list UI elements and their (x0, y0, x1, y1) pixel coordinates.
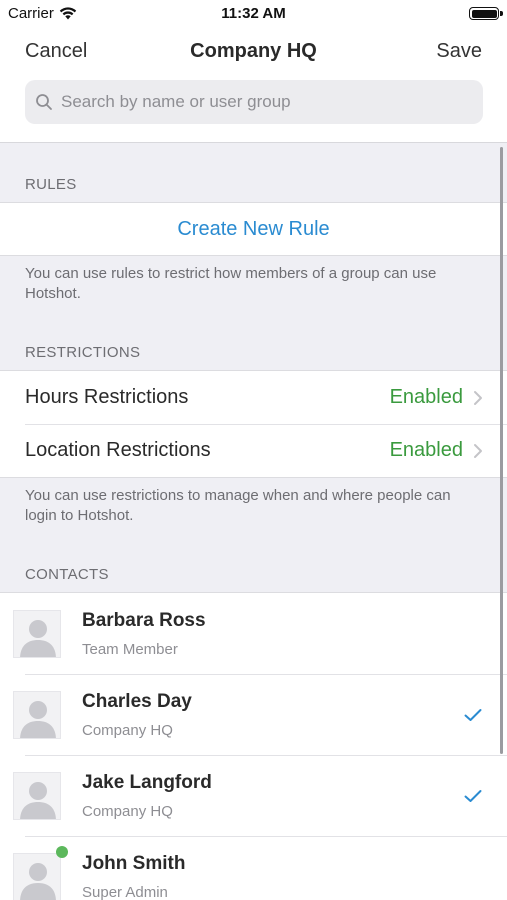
contact-role: Company HQ (82, 802, 173, 820)
avatar (13, 771, 61, 820)
status-time: 11:32 AM (221, 5, 286, 22)
save-button[interactable]: Save (436, 40, 482, 63)
contact-name: Charles Day (82, 690, 192, 712)
online-status-dot (56, 846, 68, 858)
contact-row[interactable]: Jake Langford Company HQ (0, 755, 507, 836)
rules-footer-text: You can use rules to restrict how member… (25, 265, 437, 302)
avatar (13, 609, 61, 658)
contact-role: Company HQ (82, 721, 173, 739)
create-new-rule-button[interactable]: Create New Rule (0, 203, 507, 255)
user-placeholder-icon (20, 700, 56, 738)
battery-icon (469, 7, 499, 20)
contact-role: Team Member (82, 640, 178, 658)
settings-list[interactable]: RULES Create New Rule You can use rules … (0, 142, 507, 900)
location-restrictions-label: Location Restrictions (25, 439, 211, 461)
navigation-bar: Cancel Company HQ Save (0, 28, 507, 78)
checkmark-icon (464, 708, 482, 721)
status-bar: Carrier 11:32 AM (0, 0, 507, 28)
scrollbar[interactable] (500, 147, 503, 754)
contacts-list: Barbara Ross Team Member Charles Day Com… (0, 592, 507, 900)
checkmark-icon (464, 789, 482, 802)
hours-restrictions-status: Enabled (389, 386, 463, 408)
contact-name: Barbara Ross (82, 609, 206, 631)
search-bar[interactable] (25, 80, 483, 124)
avatar (13, 690, 61, 739)
user-placeholder-icon (20, 862, 56, 900)
restrictions-group: Hours Restrictions Enabled Location Rest… (0, 370, 507, 478)
contact-name: Jake Langford (82, 771, 212, 793)
location-restrictions-row[interactable]: Location Restrictions Enabled (0, 424, 507, 477)
user-placeholder-icon (20, 619, 56, 657)
avatar (13, 852, 61, 900)
chevron-right-icon (474, 390, 482, 405)
user-placeholder-icon (20, 781, 56, 819)
contact-name: John Smith (82, 852, 186, 874)
location-restrictions-status: Enabled (389, 439, 463, 461)
contact-row[interactable]: Charles Day Company HQ (0, 674, 507, 755)
restrictions-section-header: RESTRICTIONS (25, 344, 141, 361)
search-input[interactable] (61, 92, 461, 112)
hours-restrictions-row[interactable]: Hours Restrictions Enabled (0, 371, 507, 424)
chevron-right-icon (474, 443, 482, 458)
contact-row[interactable]: Barbara Ross Team Member (0, 593, 507, 674)
hours-restrictions-label: Hours Restrictions (25, 386, 189, 408)
page-title: Company HQ (190, 40, 317, 62)
restrictions-footer-text: You can use restrictions to manage when … (25, 487, 451, 524)
rules-group: Create New Rule (0, 202, 507, 256)
battery-nub (500, 11, 503, 16)
rules-section-header: RULES (25, 176, 77, 193)
contacts-section-header: CONTACTS (25, 566, 109, 583)
contact-role: Super Admin (82, 883, 168, 900)
contact-row[interactable]: John Smith Super Admin (0, 836, 507, 900)
search-icon (36, 94, 52, 110)
